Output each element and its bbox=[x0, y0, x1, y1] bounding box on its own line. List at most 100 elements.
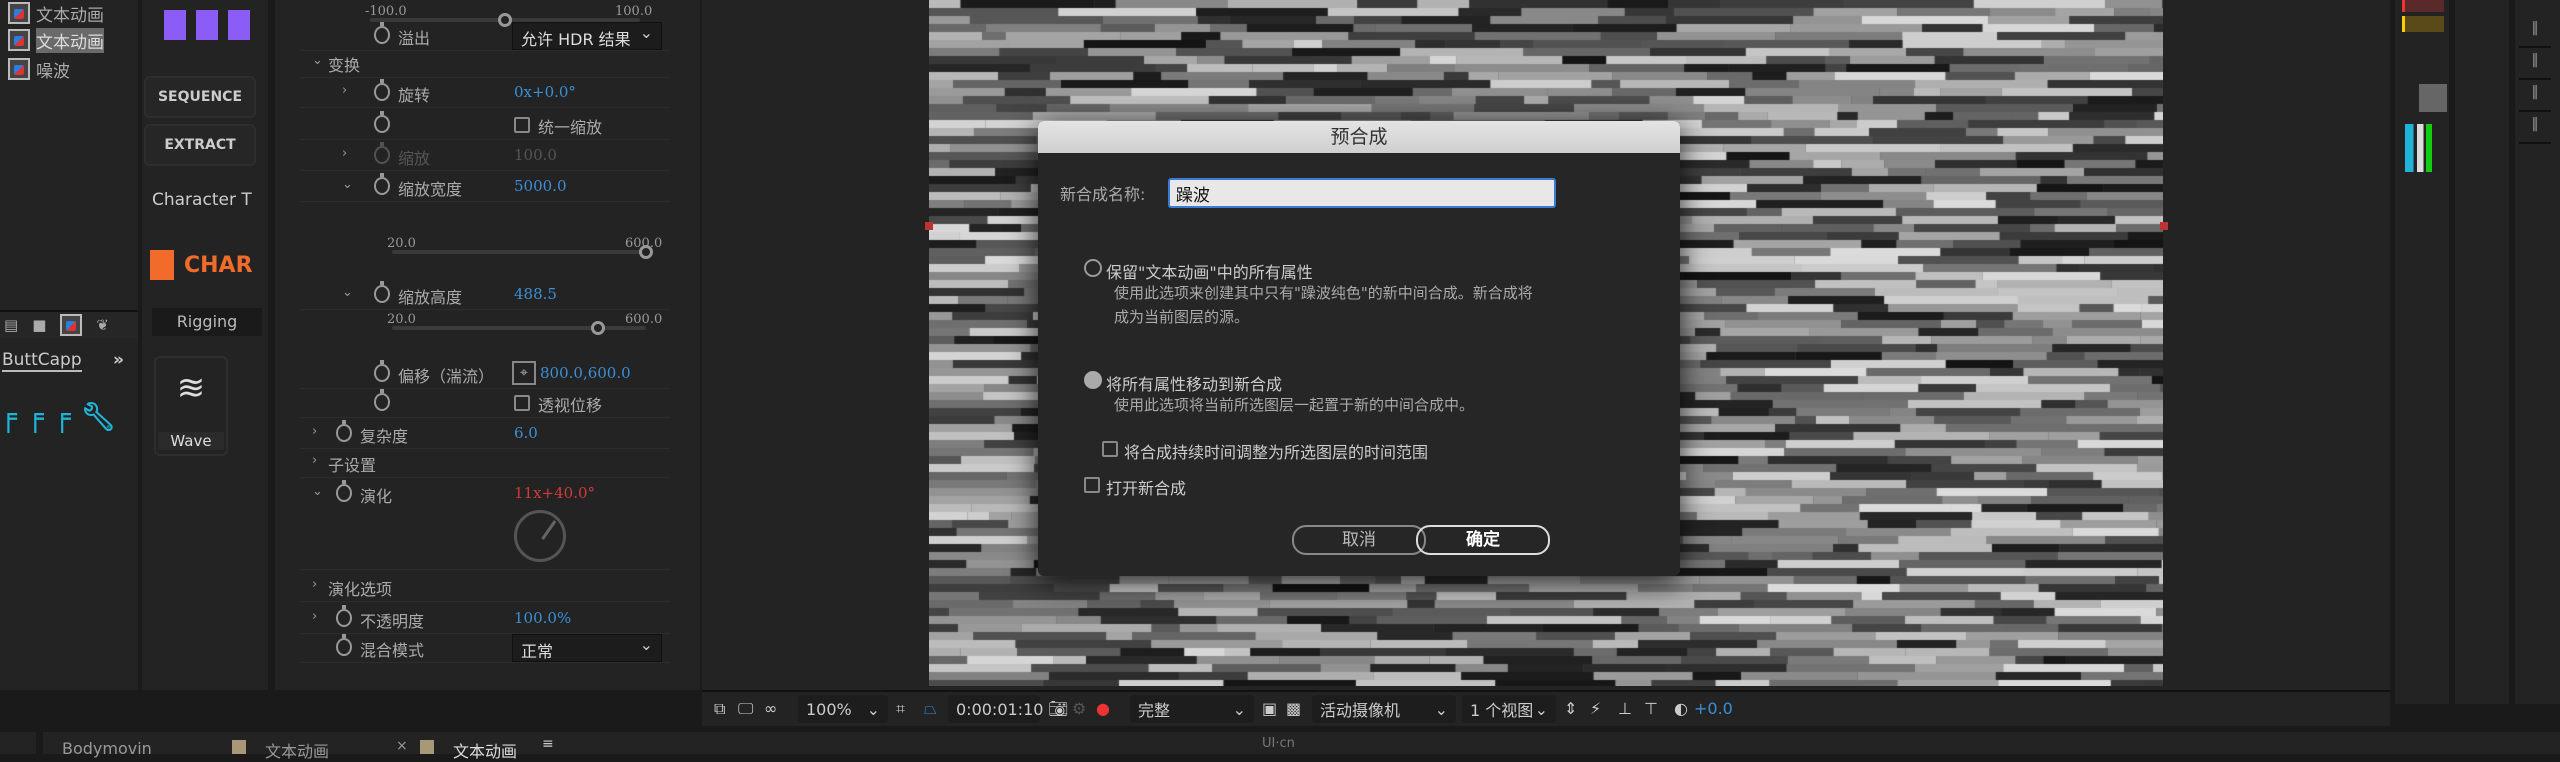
side-tab[interactable]: ‖ bbox=[2519, 52, 2551, 80]
evolution-dial[interactable] bbox=[514, 510, 566, 562]
stopwatch-icon[interactable] bbox=[374, 173, 390, 195]
tab-menu-icon[interactable]: ≡ bbox=[542, 736, 554, 752]
folder-icon[interactable]: ■ bbox=[32, 316, 46, 334]
zoom-dropdown[interactable]: 100% ⌄ bbox=[798, 695, 888, 723]
chevron-right-icon[interactable]: › bbox=[312, 424, 317, 439]
camera-dropdown[interactable]: 活动摄像机 ⌄ bbox=[1312, 695, 1456, 723]
chevron-right-icon[interactable]: › bbox=[312, 453, 317, 468]
label-red[interactable] bbox=[2402, 0, 2444, 12]
label-yellow[interactable] bbox=[2402, 16, 2444, 32]
crosshair-point-icon[interactable]: ⌖ bbox=[512, 361, 536, 385]
rigging-tab[interactable]: Rigging bbox=[152, 308, 262, 336]
checkbox[interactable] bbox=[514, 395, 530, 411]
property-value[interactable]: 6.0 bbox=[514, 424, 538, 442]
property-value[interactable]: 800.0,600.0 bbox=[540, 364, 631, 382]
side-tab[interactable]: ‖ bbox=[2519, 84, 2551, 112]
color-channels-icon[interactable]: ● bbox=[1096, 692, 1110, 725]
option-keep-attributes-radio[interactable] bbox=[1084, 259, 1102, 277]
cancel-button[interactable]: 取消 bbox=[1292, 525, 1426, 555]
fast-preview-icon[interactable]: ▣ bbox=[1262, 692, 1277, 725]
property-dropdown[interactable]: 正常 bbox=[512, 634, 662, 662]
property-value[interactable]: 0x+0.0° bbox=[514, 83, 576, 101]
stopwatch-icon[interactable] bbox=[374, 22, 390, 44]
always-preview-icon[interactable]: ⧉ bbox=[714, 692, 725, 725]
top-slider[interactable] bbox=[370, 13, 640, 27]
extract-button[interactable]: EXTRACT bbox=[144, 124, 256, 166]
sequence-button[interactable]: SEQUENCE bbox=[144, 76, 256, 118]
open-new-comp-checkbox[interactable] bbox=[1084, 477, 1100, 493]
project-item[interactable]: 噪波 bbox=[8, 56, 138, 82]
checkerboard-icon[interactable]: ▩ bbox=[1286, 692, 1301, 725]
option-keep-label[interactable]: 保留"文本动画"中的所有属性 bbox=[1106, 259, 1313, 283]
feather-icon[interactable]: ❦ bbox=[96, 316, 109, 334]
region-of-interest-icon[interactable]: ⌗ bbox=[896, 692, 905, 725]
chevron-right-icon[interactable]: › bbox=[312, 609, 317, 624]
slider-knob[interactable] bbox=[639, 245, 653, 259]
option-move-label[interactable]: 将所有属性移动到新合成 bbox=[1106, 371, 1282, 395]
show-snapshot-icon[interactable]: ⚙ bbox=[1072, 692, 1086, 725]
stopwatch-icon[interactable] bbox=[336, 480, 352, 502]
chevron-right-icon[interactable]: › bbox=[312, 577, 317, 592]
stopwatch-icon[interactable] bbox=[336, 634, 352, 656]
layer-handle[interactable] bbox=[925, 222, 933, 230]
property-dropdown[interactable]: 允许 HDR 结果 bbox=[512, 22, 662, 50]
exposure-icon[interactable]: ◐ bbox=[1674, 692, 1688, 725]
slider-knob[interactable] bbox=[498, 13, 512, 27]
project-item[interactable]: 文本动画 bbox=[8, 0, 138, 26]
tile[interactable] bbox=[164, 10, 186, 40]
tab-composition-2[interactable]: 文本动画 bbox=[453, 738, 517, 762]
views-dropdown[interactable]: 1 个视图 ⌄ bbox=[1462, 695, 1556, 723]
chevron-right-icon[interactable]: › bbox=[342, 146, 347, 161]
cap-tool-icon[interactable]: ╒ bbox=[27, 400, 44, 440]
property-value[interactable]: 100.0% bbox=[514, 609, 571, 627]
snapshot-camera-icon[interactable]: 📷︎ bbox=[1048, 692, 1068, 725]
tile[interactable] bbox=[228, 10, 250, 40]
stopwatch-icon[interactable] bbox=[374, 389, 390, 411]
monitor-icon[interactable]: 🖵︎ bbox=[738, 692, 753, 725]
stopwatch-icon[interactable] bbox=[374, 111, 390, 133]
property-value[interactable]: 5000.0 bbox=[514, 177, 567, 195]
buttcapp-tab[interactable]: ButtCapp » bbox=[0, 346, 138, 376]
character-tab[interactable]: Character T bbox=[152, 190, 252, 210]
scale-height-slider[interactable] bbox=[392, 321, 646, 335]
stopwatch-icon[interactable] bbox=[336, 605, 352, 627]
stopwatch-icon[interactable] bbox=[374, 142, 390, 164]
stopwatch-icon[interactable] bbox=[374, 360, 390, 382]
chevron-right-icon[interactable]: › bbox=[342, 83, 347, 98]
chevron-down-icon[interactable]: ⌄ bbox=[342, 177, 353, 192]
project-item-selected[interactable]: 文本动画 bbox=[8, 27, 138, 53]
flowchart-icon[interactable]: ⊤ bbox=[1644, 692, 1658, 725]
chevron-down-icon[interactable]: ⌄ bbox=[312, 484, 323, 499]
tab-composition-1[interactable]: 文本动画 bbox=[265, 738, 329, 762]
layer-handle[interactable] bbox=[2160, 222, 2168, 230]
scale-width-slider[interactable] bbox=[392, 245, 653, 259]
view-toggle-icon[interactable] bbox=[2419, 84, 2447, 112]
property-value[interactable]: 11x+40.0° bbox=[514, 484, 595, 502]
checkbox[interactable] bbox=[514, 117, 530, 133]
timecode-display[interactable]: 0:00:01:10 bbox=[948, 695, 1043, 723]
composition-name-input[interactable] bbox=[1168, 178, 1556, 208]
stopwatch-icon[interactable] bbox=[374, 79, 390, 101]
chevron-down-icon[interactable]: ⌄ bbox=[342, 285, 353, 300]
stopwatch-icon[interactable] bbox=[374, 281, 390, 303]
wrench-icon[interactable]: 🔧︎ bbox=[81, 400, 117, 440]
cap-tool-icon[interactable]: ╒ bbox=[0, 400, 17, 440]
ok-button[interactable]: 确定 bbox=[1416, 525, 1550, 555]
property-value[interactable]: 100.0 bbox=[514, 146, 557, 164]
side-tab[interactable]: ‖ bbox=[2519, 116, 2551, 144]
adjust-duration-checkbox[interactable] bbox=[1102, 441, 1118, 457]
option-move-attributes-radio[interactable] bbox=[1084, 371, 1102, 389]
exposure-value[interactable]: +0.0 bbox=[1694, 692, 1733, 725]
interpret-footage-icon[interactable]: ▤ bbox=[4, 316, 18, 334]
transparency-grid-mask-icon[interactable]: ⏢ bbox=[924, 692, 937, 725]
toggle-pixel-aspect-icon[interactable]: ⇕ bbox=[1564, 692, 1577, 725]
tab-bodymovin[interactable]: Bodymovin bbox=[62, 739, 152, 758]
adjust-duration-label[interactable]: 将合成持续时间调整为所选图层的时间范围 bbox=[1124, 439, 1428, 463]
resolution-dropdown[interactable]: 完整 ⌄ bbox=[1130, 695, 1254, 723]
cap-tool-icon[interactable]: ╒ bbox=[54, 400, 71, 440]
wave-button[interactable]: ≋ Wave bbox=[154, 356, 228, 456]
property-value[interactable]: 488.5 bbox=[514, 285, 557, 303]
stopwatch-icon[interactable] bbox=[336, 420, 352, 442]
more-panels-icon[interactable]: » bbox=[113, 350, 124, 370]
timeline-icon[interactable]: ⊥ bbox=[1618, 692, 1632, 725]
